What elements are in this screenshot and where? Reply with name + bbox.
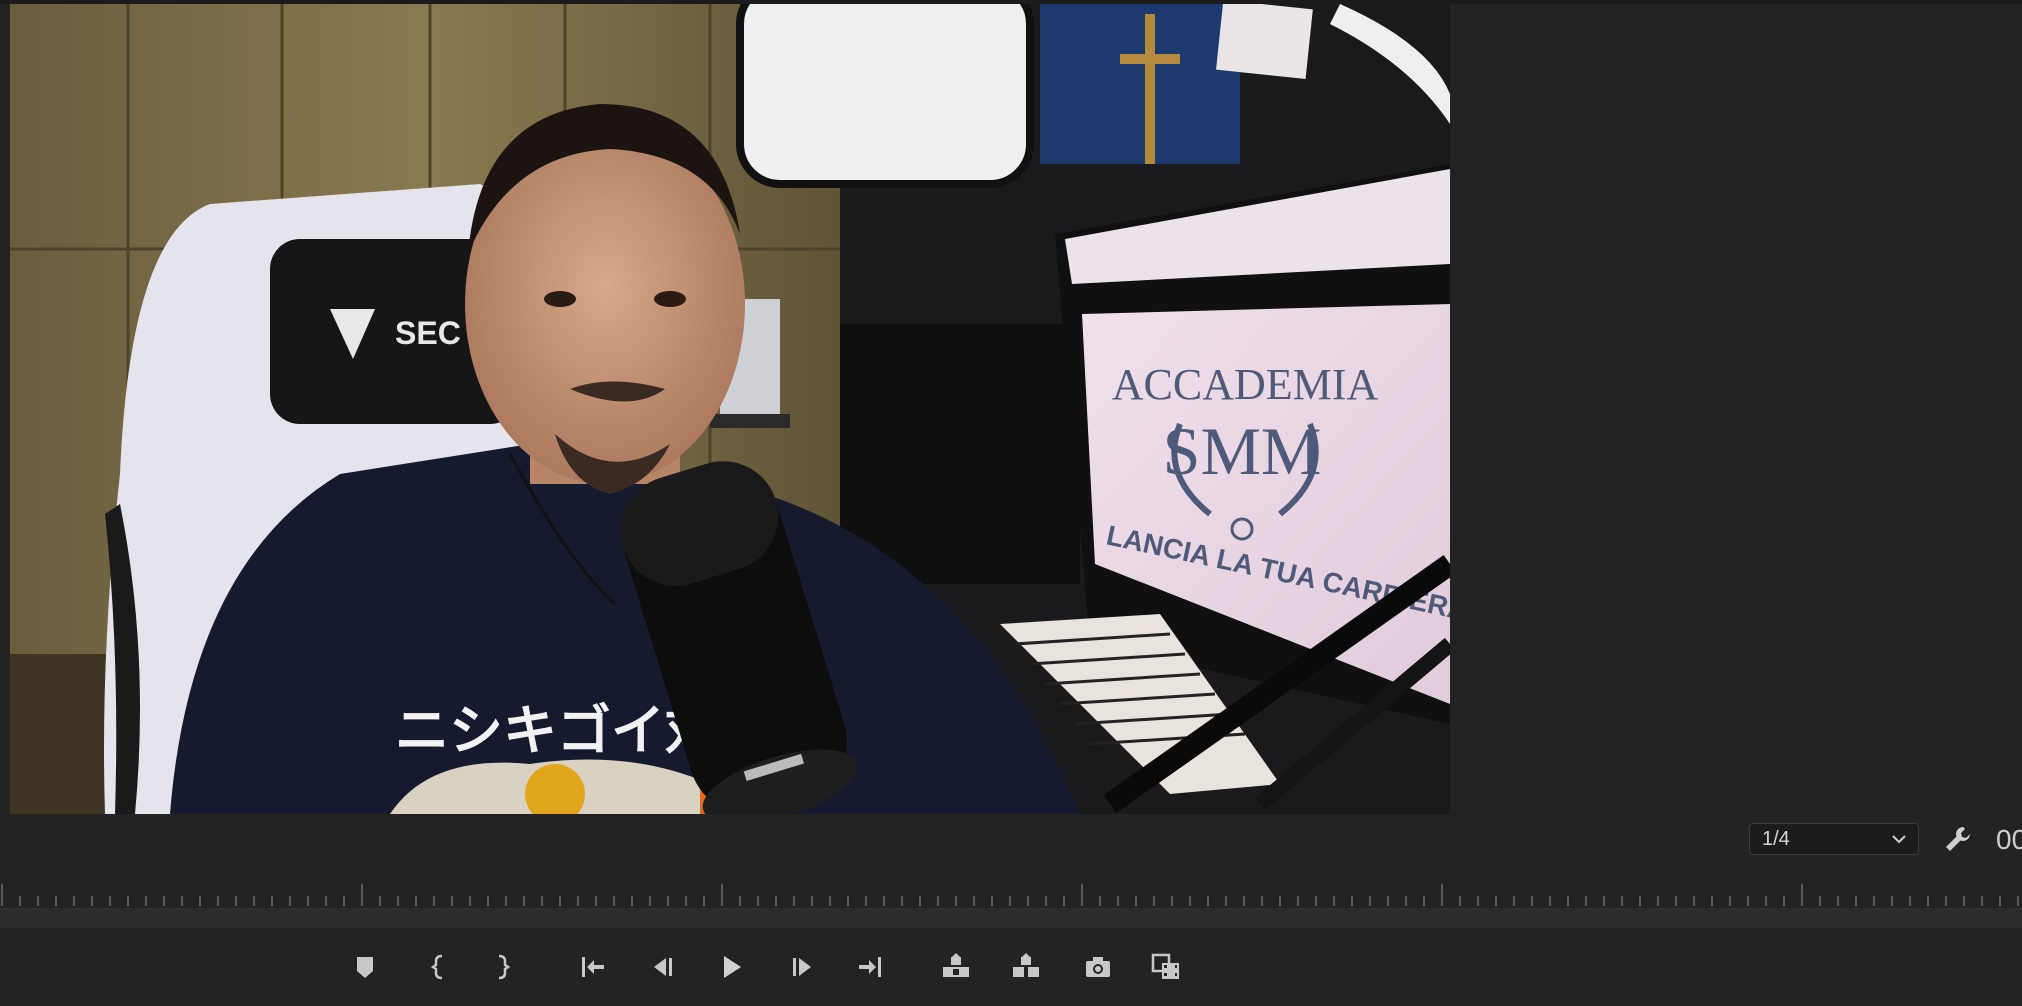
lift-icon — [943, 953, 969, 977]
playhead-timecode[interactable]: 00 — [1996, 824, 2022, 856]
wrench-icon[interactable] — [1943, 824, 1973, 854]
camera-icon — [1086, 957, 1110, 977]
scrub-bar[interactable] — [0, 908, 2022, 929]
go-to-in-icon — [582, 957, 604, 977]
mark-out-button[interactable] — [484, 950, 520, 984]
go-to-in-button[interactable] — [575, 950, 611, 984]
play-icon — [724, 956, 741, 978]
extract-button[interactable] — [1008, 950, 1044, 984]
compare-view-icon — [1151, 953, 1179, 979]
screen-title-1: ACCADEMIA — [1112, 360, 1379, 409]
chair-brand: SEC — [395, 315, 461, 351]
chevron-down-icon — [1892, 835, 1906, 844]
mark-in-button[interactable] — [421, 950, 457, 984]
lift-button[interactable] — [938, 950, 974, 984]
playback-resolution-dropdown[interactable]: 1/4 — [1749, 823, 1919, 855]
step-back-button[interactable] — [644, 950, 680, 984]
screen-title-2: SMM — [1163, 413, 1322, 489]
go-to-out-icon — [859, 957, 881, 977]
mark-out-icon — [498, 954, 511, 980]
time-ruler[interactable] — [0, 880, 2022, 910]
go-to-out-button[interactable] — [852, 950, 888, 984]
export-frame-button[interactable] — [1080, 950, 1116, 984]
video-preview[interactable]: ACCADEMIA SMM LANCIA LA TUA CARRIERA DIG… — [10, 4, 1450, 814]
mark-in-icon — [430, 954, 443, 980]
video-frame-illustration: ACCADEMIA SMM LANCIA LA TUA CARRIERA DIG… — [10, 4, 1450, 814]
add-marker-button[interactable] — [347, 950, 383, 984]
step-back-icon — [654, 958, 672, 976]
program-monitor: ACCADEMIA SMM LANCIA LA TUA CARRIERA DIG… — [0, 0, 2022, 1006]
playback-resolution-value: 1/4 — [1762, 828, 1790, 850]
step-forward-button[interactable] — [785, 950, 821, 984]
marker-icon — [357, 957, 373, 978]
step-forward-icon — [793, 958, 811, 976]
extract-icon — [1013, 953, 1039, 977]
compare-view-button[interactable] — [1148, 950, 1184, 984]
play-button[interactable] — [713, 950, 749, 984]
